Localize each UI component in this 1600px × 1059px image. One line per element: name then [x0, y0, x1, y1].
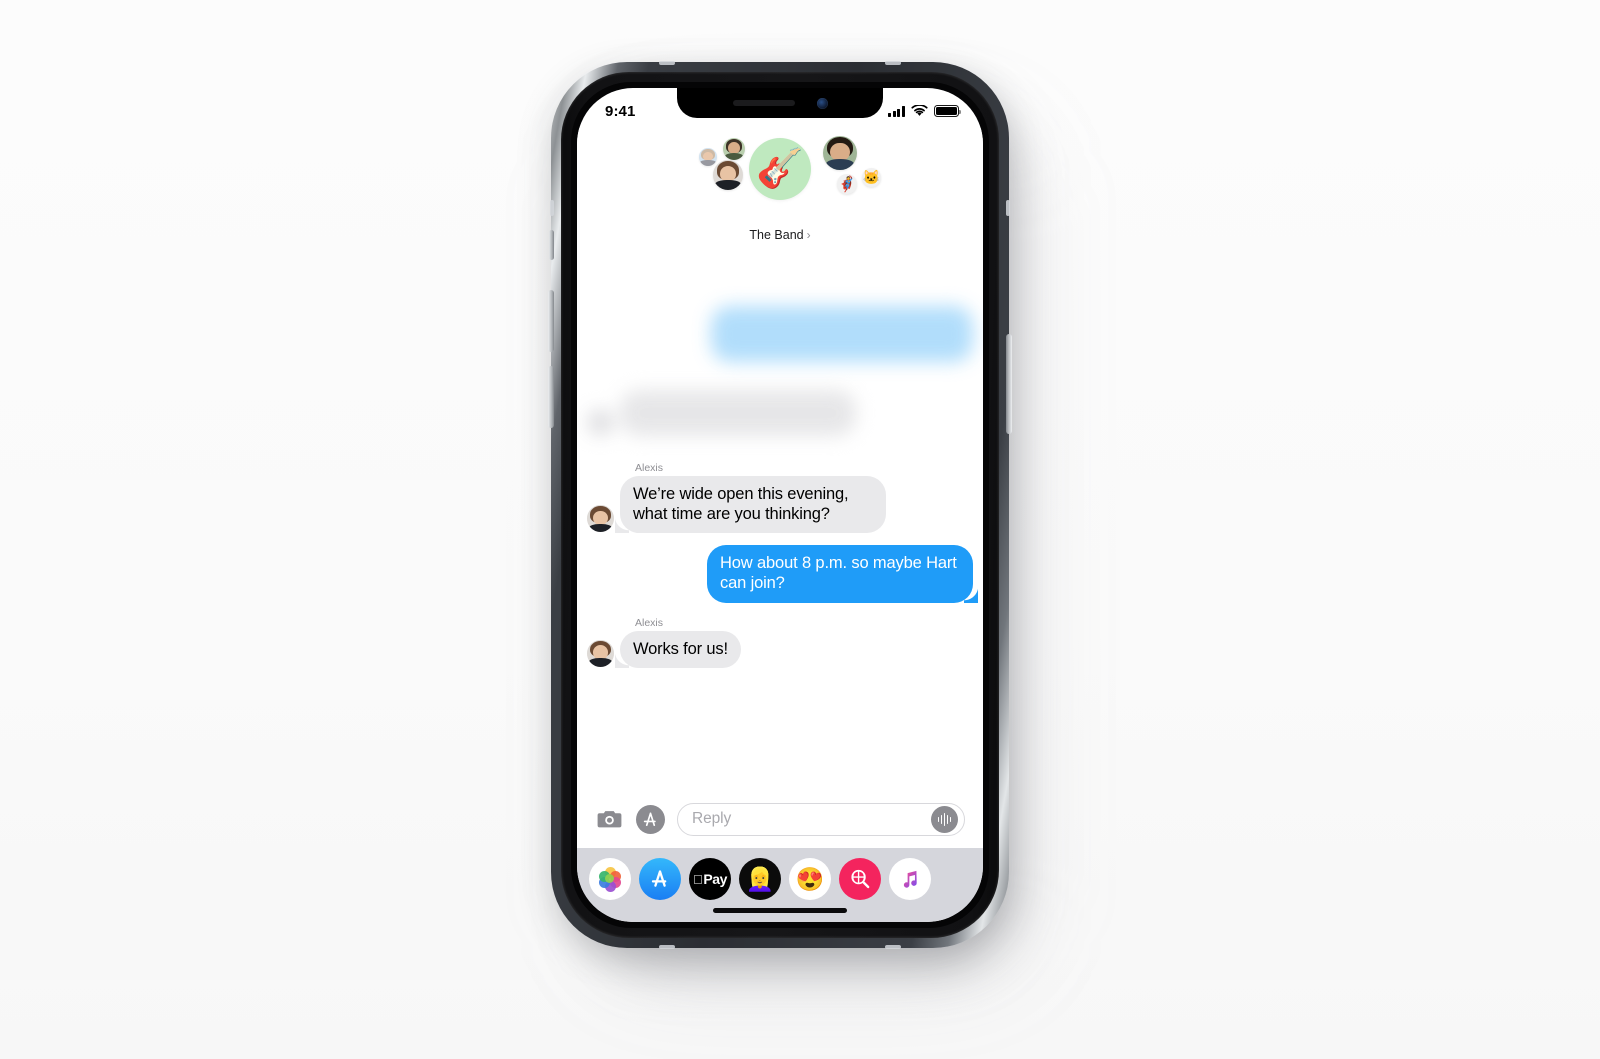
- app-memoji[interactable]: 👱‍♀️: [739, 858, 781, 900]
- app-apple-pay[interactable]:  Pay: [689, 858, 731, 900]
- app-animoji[interactable]: 😍: [789, 858, 831, 900]
- message-bubble-incoming[interactable]: We’re wide open this evening, what time …: [615, 476, 886, 534]
- battery-full-icon: [934, 105, 962, 117]
- signal-bars-icon: [888, 106, 905, 117]
- message-row-blurred-incoming: [587, 390, 973, 436]
- message-group-incoming: Alexis Works for us!: [587, 617, 973, 668]
- volume-up-button[interactable]: [548, 290, 554, 352]
- message-group-incoming: Alexis We’re wide open this evening, wha…: [587, 462, 973, 534]
- group-title: The Band: [749, 228, 804, 242]
- avatar[interactable]: [587, 639, 614, 667]
- app-images[interactable]: [839, 858, 881, 900]
- conversation-list[interactable]: Alexis We’re wide open this evening, wha…: [577, 262, 983, 790]
- message-bubble-outgoing[interactable]: How about 8 p.m. so maybe Hart can join?: [707, 545, 978, 603]
- camera-button[interactable]: [595, 805, 624, 834]
- avatar: [587, 409, 614, 436]
- scene: 9:41 🎸 🦸 🐱 The Band › Alexis We’re wide …: [0, 0, 1600, 1059]
- antenna-line-right: [1006, 200, 1010, 216]
- antenna-line-bottom-left: [659, 945, 675, 949]
- audio-waveform-icon: [937, 812, 952, 826]
- group-title-row[interactable]: The Band ›: [749, 228, 810, 242]
- apple-pay-label: Pay: [698, 871, 727, 887]
- avatar-member-5[interactable]: 🦸: [837, 174, 857, 194]
- app-store-icon: [643, 811, 656, 826]
- antenna-line-top-right: [885, 61, 901, 65]
- avatar-member-6[interactable]: 🐱: [862, 168, 881, 187]
- apps-button[interactable]: [636, 804, 665, 834]
- message-bubble-incoming[interactable]: Works for us!: [615, 630, 741, 668]
- group-avatar-cluster[interactable]: 🎸 🦸 🐱: [665, 132, 895, 224]
- music-note-icon: [903, 870, 917, 888]
- status-bar: 9:41: [577, 88, 983, 128]
- camera-icon: [597, 811, 622, 828]
- apple-pay-icon:  Pay: [693, 872, 727, 886]
- antenna-line-top-left: [659, 61, 675, 65]
- wifi-icon: [911, 105, 928, 116]
- chevron-right-icon[interactable]: ›: [807, 228, 811, 242]
- app-photos[interactable]: [589, 858, 631, 900]
- memoji-icon: 👱‍♀️: [745, 865, 775, 892]
- iphone-device-frame: 9:41 🎸 🦸 🐱 The Band › Alexis We’re wide …: [548, 61, 1012, 949]
- status-bar-indicators: [888, 105, 962, 117]
- group-header[interactable]: 🎸 🦸 🐱 The Band ›: [577, 128, 983, 262]
- avatar-member-2[interactable]: [723, 138, 745, 160]
- message-row-blurred-outgoing: [587, 306, 973, 362]
- mute-switch-button[interactable]: [549, 230, 554, 260]
- message-bubble: [711, 306, 973, 362]
- avatar[interactable]: [587, 505, 614, 533]
- reply-input-wrapper[interactable]: Reply: [677, 802, 965, 836]
- message-row[interactable]: We’re wide open this evening, what time …: [587, 476, 973, 534]
- images-search-icon: [850, 869, 869, 888]
- message-row[interactable]: How about 8 p.m. so maybe Hart can join?: [587, 545, 978, 603]
- guitar-icon: 🎸: [756, 148, 804, 190]
- app-app-store[interactable]: [639, 858, 681, 900]
- power-side-button[interactable]: [1006, 334, 1012, 434]
- animoji-icon: 😍: [795, 865, 825, 892]
- memoji-icon: 🦸: [837, 176, 857, 193]
- photos-icon: [597, 866, 623, 892]
- audio-message-button[interactable]: [931, 805, 958, 833]
- message-input-bar: Reply: [577, 790, 983, 848]
- message-sender-name: Alexis: [635, 462, 664, 474]
- phone-screen: 9:41 🎸 🦸 🐱 The Band › Alexis We’re wide …: [577, 88, 983, 922]
- avatar-member-4[interactable]: [823, 136, 857, 170]
- app-store-icon: [651, 870, 667, 887]
- group-main-avatar[interactable]: 🎸: [749, 138, 811, 200]
- message-row[interactable]: Works for us!: [587, 630, 973, 668]
- status-bar-time: 9:41: [605, 102, 636, 120]
- antenna-line-left: [550, 200, 554, 216]
- app-music[interactable]: [889, 858, 931, 900]
- avatar-member-3[interactable]: [713, 160, 743, 190]
- message-bubble: [620, 390, 856, 436]
- animoji-cat-icon: 🐱: [862, 169, 881, 185]
- volume-down-button[interactable]: [548, 366, 554, 428]
- home-indicator[interactable]: [713, 908, 847, 913]
- reply-input[interactable]: Reply: [692, 810, 931, 828]
- message-sender-name: Alexis: [635, 616, 664, 629]
- antenna-line-bottom-right: [885, 945, 901, 949]
